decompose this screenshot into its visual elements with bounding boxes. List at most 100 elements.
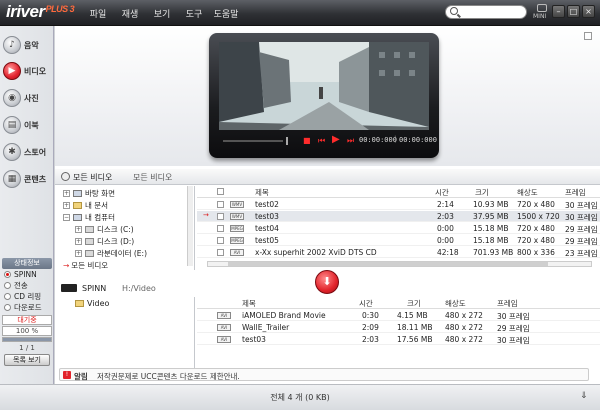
player-expand-icon[interactable]	[584, 32, 592, 40]
sidebar-item-label: 음악	[24, 40, 39, 50]
select-all-checkbox[interactable]	[217, 188, 224, 195]
table-row-selected[interactable]: → WMV test03 2:03 37.95 MB 1500 x 720 30…	[197, 211, 600, 222]
previous-icon[interactable]: ⏮	[318, 136, 325, 146]
table-row[interactable]: AVI test03 2:03 17.56 MB 480 x 272 30 프레…	[197, 334, 600, 345]
tree-item-disk-d[interactable]: + 디스크 (D:)	[75, 236, 134, 247]
menu-view[interactable]: 보기	[146, 7, 178, 20]
tree-item-desktop[interactable]: + 바탕 화면	[63, 188, 115, 199]
sidebar-item-ebook[interactable]: ▤ 이북	[3, 113, 53, 137]
close-button[interactable]: ×	[582, 5, 595, 18]
menu-help[interactable]: 도움말	[210, 7, 242, 20]
row-checkbox[interactable]	[217, 237, 224, 244]
sidebar-item-video[interactable]: ▶ 비디오	[3, 59, 53, 83]
tree-item-disk-c[interactable]: + 디스크 (C:)	[75, 224, 134, 235]
tree-scrollbar[interactable]	[187, 186, 193, 266]
list-view-button[interactable]: 목록 보기	[4, 354, 50, 366]
table-row[interactable]: MPEG test04 0:00 15.18 MB 720 x 480 29 프…	[197, 223, 600, 234]
status-option-label: 다운로드	[14, 303, 42, 312]
wmv-format-icon: WMV	[230, 213, 244, 220]
mpeg-format-icon: MPEG	[230, 225, 244, 232]
status-option-spinn[interactable]: SPINN	[4, 269, 52, 280]
menu-file[interactable]: 파일	[82, 7, 114, 20]
cell-time: 2:09	[362, 323, 379, 332]
horizontal-scrollbar[interactable]	[207, 261, 592, 267]
cell-frame: 30 프레임	[565, 213, 598, 222]
device-folder-video[interactable]: Video	[75, 299, 109, 308]
column-frame[interactable]: 프레임	[565, 187, 586, 198]
play-icon[interactable]: ▶	[332, 135, 340, 145]
cell-title: test03	[255, 212, 279, 221]
sidebar-item-label: 스토어	[24, 147, 47, 157]
tree-item-disk-e[interactable]: + 라분데이터 (E:)	[75, 248, 147, 259]
video-player: ■ ⏮ ▶ ⏭ 00:00:000 | 00:00:000	[209, 33, 439, 158]
status-option-transfer[interactable]: 전송	[4, 280, 52, 291]
column-title[interactable]: 제목	[242, 298, 256, 309]
sidebar-item-photo[interactable]: ◉ 사진	[3, 86, 53, 110]
cell-title: test02	[255, 200, 279, 209]
progress-bar	[2, 337, 52, 342]
tree-item-label: 내 컴퓨터	[85, 213, 115, 222]
expand-icon[interactable]: +	[75, 238, 82, 245]
tree-item-my-documents[interactable]: + 내 문서	[63, 200, 108, 211]
menu-tools[interactable]: 도구	[178, 7, 210, 20]
row-checkbox[interactable]	[217, 201, 224, 208]
notice-link[interactable]: 저작권문제로 UCC콘텐츠 다운로드 제한안내.	[97, 371, 240, 382]
search-input[interactable]	[445, 5, 527, 19]
mini-mode-icon[interactable]	[537, 4, 547, 12]
maximize-button[interactable]: □	[567, 5, 580, 18]
status-option-download[interactable]: 다운로드	[4, 302, 52, 313]
status-option-cd-rip[interactable]: CD 리핑	[4, 291, 52, 302]
status-bar: 전체 4 개 (0 KB) ⇓	[0, 384, 600, 410]
status-option-label: SPINN	[14, 270, 37, 279]
sidebar-item-store[interactable]: ✱ 스토어	[3, 140, 53, 164]
column-size[interactable]: 크기	[475, 187, 489, 198]
volume-icon[interactable]	[286, 137, 296, 145]
row-checkbox[interactable]	[217, 225, 224, 232]
column-title[interactable]: 제목	[255, 187, 269, 198]
expand-icon[interactable]: +	[75, 250, 82, 257]
cell-time: 2:03	[437, 212, 454, 221]
seek-bar[interactable]	[223, 140, 283, 142]
sidebar-item-label: 이북	[24, 120, 39, 130]
table-row[interactable]: MPEG test05 0:00 15.18 MB 720 x 480 29 프…	[197, 235, 600, 246]
sidebar-item-contents[interactable]: ▦ 콘텐츠	[3, 167, 53, 191]
menu-play[interactable]: 재생	[114, 7, 146, 20]
table-row[interactable]: WMV test02 2:14 10.93 MB 720 x 480 30 프레…	[197, 199, 600, 210]
row-checkbox[interactable]	[217, 213, 224, 220]
minimize-button[interactable]: –	[552, 5, 565, 18]
table-row[interactable]: AVI WallE_Trailer 2:09 18.11 MB 480 x 27…	[197, 322, 600, 333]
table-row[interactable]: AVI iAMOLED Brand Movie 0:30 4.15 MB 480…	[197, 310, 600, 321]
table-row[interactable]: AVI x-Xx superhit 2002 XviD DTS CD 42:18…	[197, 247, 600, 258]
book-icon: ▤	[3, 116, 21, 134]
scrollbar-thumb[interactable]	[228, 262, 548, 266]
cell-frame: 29 프레임	[565, 225, 598, 234]
stop-icon[interactable]: ■	[303, 136, 311, 146]
sync-icon[interactable]: ⇓	[580, 391, 592, 401]
expand-icon[interactable]: +	[75, 226, 82, 233]
column-resolution[interactable]: 해상도	[517, 187, 538, 198]
mini-label: MINI	[533, 13, 547, 20]
tree-item-all-videos[interactable]: → 모든 비디오	[63, 260, 108, 270]
waiting-status: 대기중	[2, 315, 52, 325]
row-checkbox[interactable]	[217, 249, 224, 256]
sidebar-item-music[interactable]: ♪ 음악	[3, 33, 53, 57]
device-folder-tree: Video	[55, 297, 195, 377]
collapse-icon[interactable]: −	[63, 214, 70, 221]
expand-icon[interactable]: +	[63, 202, 70, 209]
avi-format-icon: AVI	[217, 312, 231, 319]
column-time[interactable]: 시간	[359, 298, 373, 309]
column-resolution[interactable]: 해상도	[445, 298, 466, 309]
cell-title: WallE_Trailer	[242, 323, 290, 332]
column-frame[interactable]: 프레임	[497, 298, 518, 309]
column-size[interactable]: 크기	[407, 298, 421, 309]
next-icon[interactable]: ⏭	[347, 136, 354, 146]
total-time: 00:00:000	[399, 136, 437, 144]
cell-size: 10.93 MB	[473, 200, 509, 209]
library-table: 제목 시간 크기 해상도 프레임 WMV test02 2:14 10.93 M…	[197, 186, 600, 268]
table-header: 제목 시간 크기 해상도 프레임	[197, 297, 600, 309]
expand-icon[interactable]: +	[63, 190, 70, 197]
tree-item-my-computer[interactable]: − 내 컴퓨터	[63, 212, 115, 223]
total-count: 전체 4 개 (0 KB)	[270, 393, 330, 402]
column-time[interactable]: 시간	[435, 187, 449, 198]
video-screen[interactable]	[219, 42, 429, 130]
